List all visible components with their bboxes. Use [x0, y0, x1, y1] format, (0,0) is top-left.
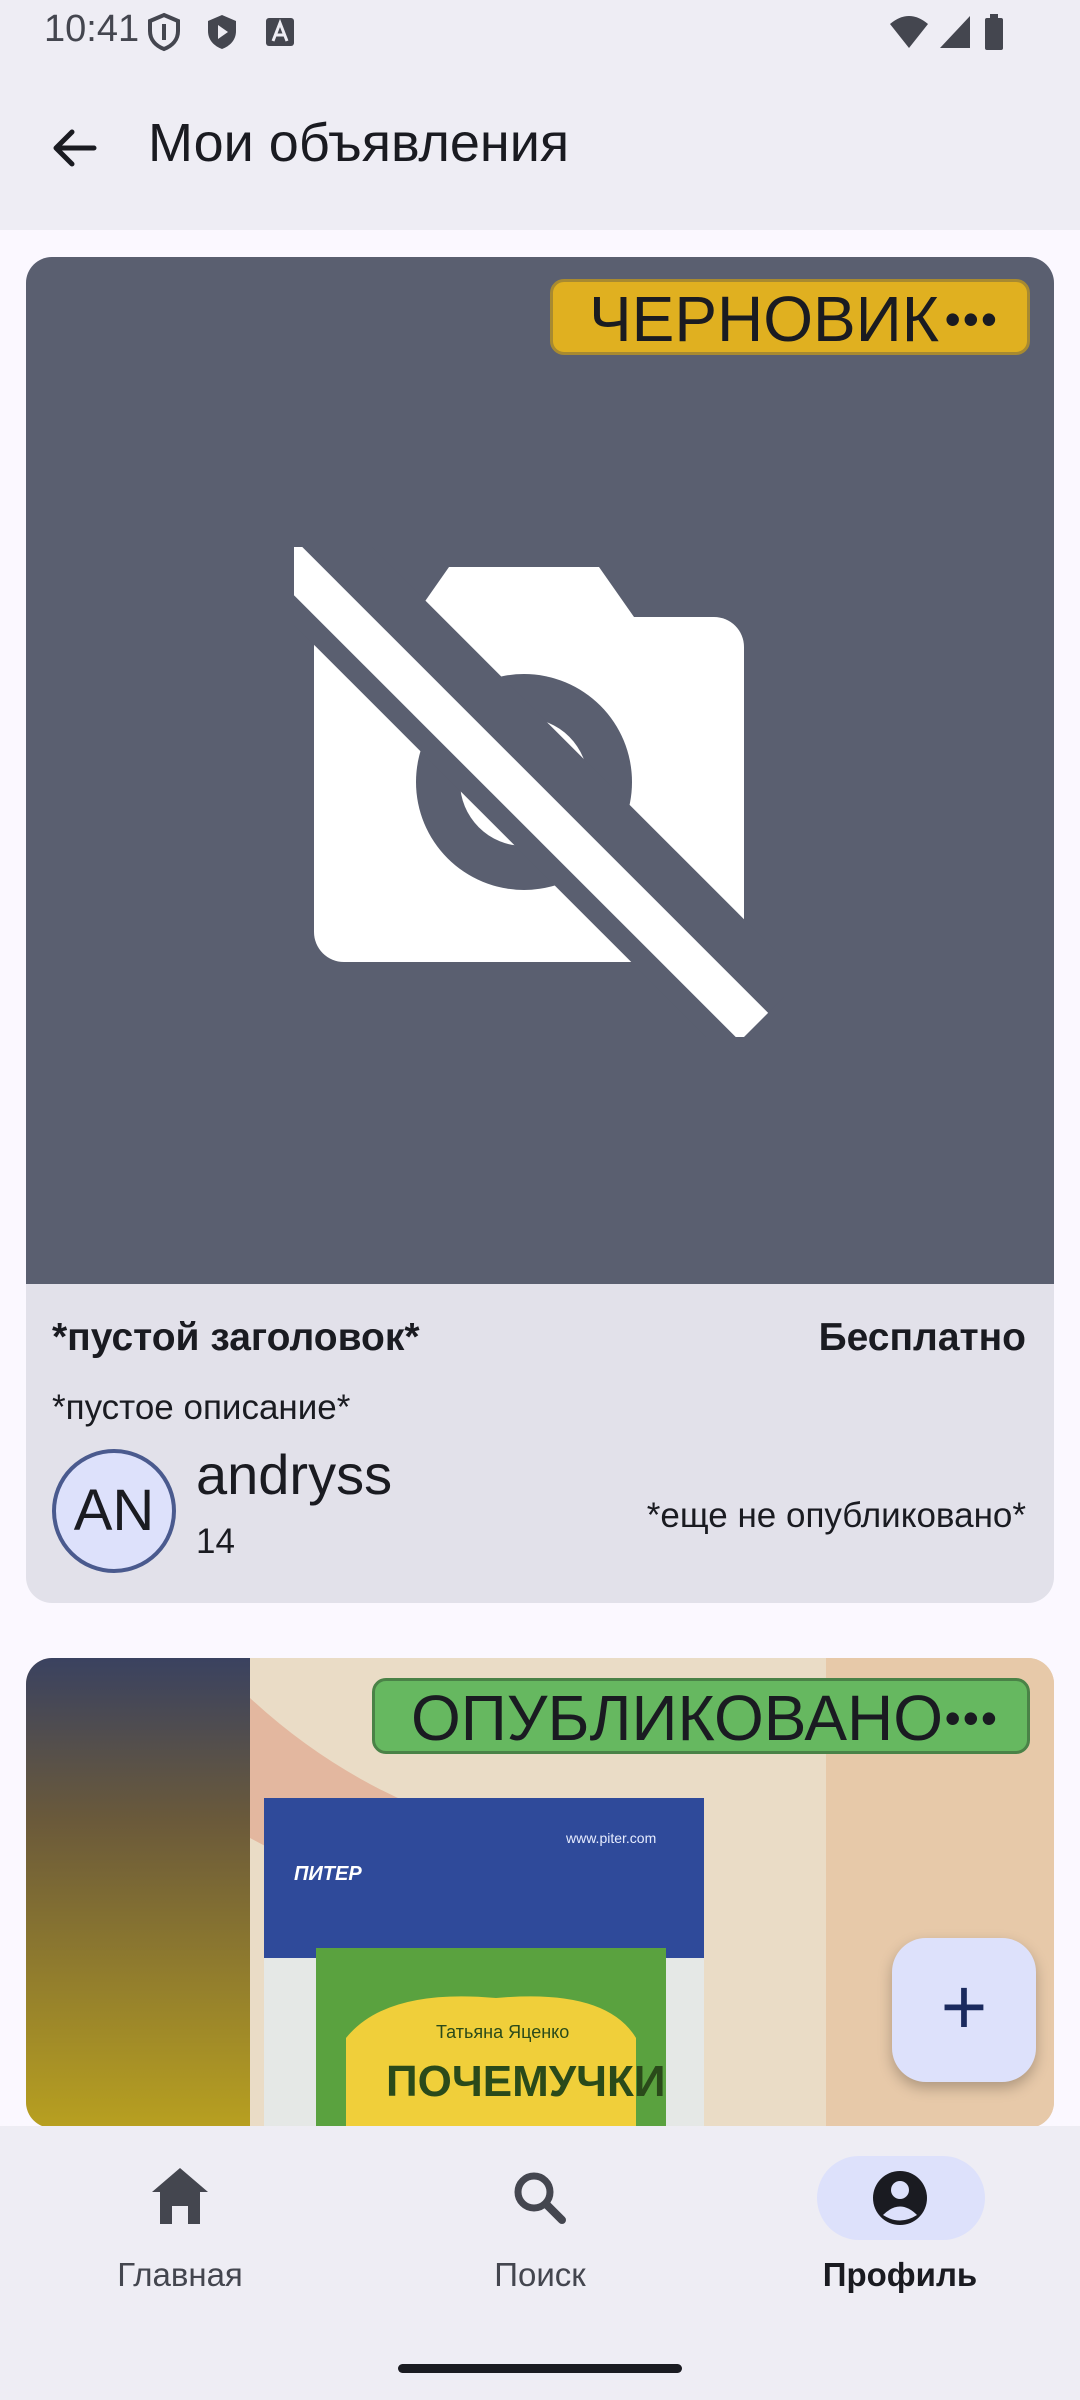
signal-icon [940, 16, 970, 48]
status-chip-draft[interactable]: ЧЕРНОВИК ••• [550, 279, 1030, 355]
status-chip-label: ЧЕРНОВИК [589, 283, 939, 355]
nav-item-profile[interactable]: Профиль [720, 2126, 1080, 2326]
svg-text:ПИТЕР: ПИТЕР [294, 1863, 362, 1885]
user-count: 14 [196, 1522, 235, 1561]
status-chip-label: ОПУБЛИКОВАНО [411, 1682, 944, 1754]
username: andryss [196, 1443, 393, 1506]
shield-icon [148, 12, 180, 52]
listing-image-placeholder: ЧЕРНОВИК ••• [26, 257, 1054, 1284]
svg-text:Татьяна Яценко: Татьяна Яценко [436, 2022, 569, 2042]
listing-card[interactable]: ЧЕРНОВИК ••• *пустой заголовок* Бесплатн… [26, 257, 1054, 1603]
avatar: AN [52, 1449, 176, 1573]
listing-description: *пустое описание* [52, 1388, 351, 1427]
add-listing-button[interactable]: + [892, 1938, 1036, 2082]
nav-item-search[interactable]: Поиск [360, 2126, 720, 2326]
home-icon [152, 2168, 208, 2224]
nav-label-search: Поиск [494, 2256, 586, 2293]
publish-state: *еще не опубликовано* [646, 1496, 1026, 1535]
page-title: Мои объявления [148, 113, 570, 173]
svg-text:ПОЧЕМУЧКИ: ПОЧЕМУЧКИ [386, 2057, 666, 2106]
wifi-icon [890, 16, 928, 48]
more-options-icon[interactable]: ••• [945, 1681, 999, 1755]
account-circle-icon [873, 2171, 927, 2225]
more-options-icon[interactable]: ••• [945, 282, 999, 356]
gesture-home-bar[interactable] [398, 2364, 682, 2373]
status-bar: 10:41 [0, 0, 1080, 64]
listing-price: Бесплатно [818, 1316, 1026, 1359]
status-chip-published[interactable]: ОПУБЛИКОВАНО ••• [372, 1678, 1030, 1754]
font-notification-icon [266, 18, 294, 46]
listing-info: *пустой заголовок* Бесплатно *пустое опи… [26, 1284, 1054, 1603]
svg-text:www.piter.com: www.piter.com [565, 1830, 656, 1846]
listing-title: *пустой заголовок* [52, 1316, 420, 1359]
no-photo-icon [294, 547, 784, 1037]
play-protect-icon [208, 15, 236, 49]
bottom-navigation: Главная Поиск Профиль [0, 2126, 1080, 2400]
back-arrow-icon[interactable] [44, 118, 104, 178]
nav-item-home[interactable]: Главная [0, 2126, 360, 2326]
status-time: 10:41 [44, 8, 140, 50]
nav-label-home: Главная [117, 2256, 243, 2293]
nav-label-profile: Профиль [822, 2256, 978, 2293]
search-icon [514, 2172, 566, 2224]
top-app-bar: Мои объявления [0, 64, 1080, 230]
battery-icon [985, 14, 1003, 50]
plus-icon: + [940, 1962, 988, 2051]
